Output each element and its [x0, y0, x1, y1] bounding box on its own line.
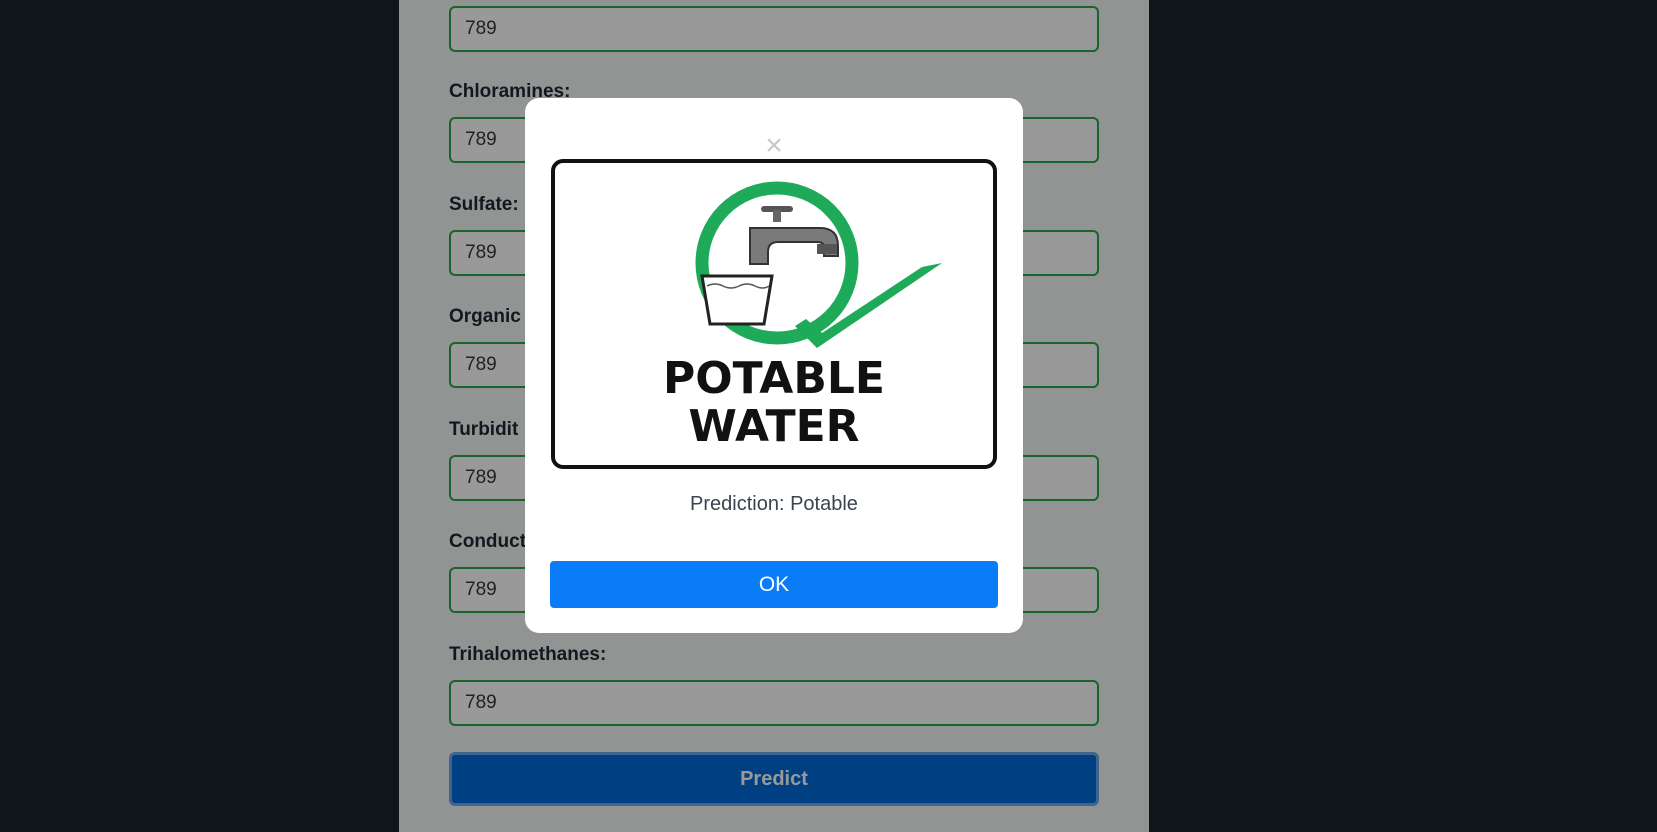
- sign-line1: POTABLE: [663, 353, 885, 404]
- page: Chloramines: Sulfate: Organic Turbidit C…: [0, 0, 1657, 832]
- prediction-modal: × POTABLE WATER Prediction: Potable OK: [525, 98, 1023, 633]
- potable-water-sign: POTABLE WATER: [551, 159, 997, 469]
- ok-button[interactable]: OK: [550, 561, 998, 608]
- sign-line2: WATER: [688, 401, 859, 452]
- prediction-result: Prediction: Potable: [690, 493, 858, 515]
